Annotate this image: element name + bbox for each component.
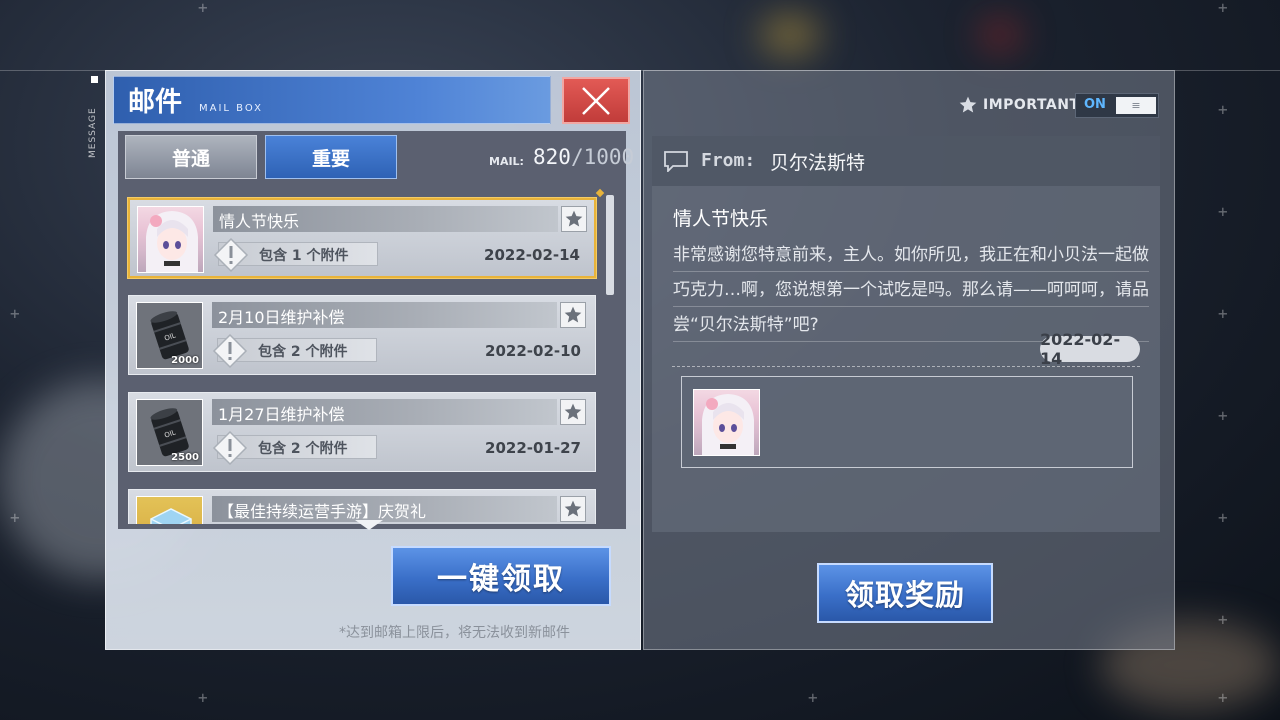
ice-cube-icon (150, 508, 192, 524)
page-subtitle: MAIL BOX (199, 103, 263, 114)
tab-normal[interactable]: 普通 (125, 135, 257, 179)
toggle-knob: ≡ (1116, 97, 1156, 114)
background-glow (980, 20, 1020, 50)
mail-title-bar: 1月27日维护补偿 (212, 399, 557, 425)
mail-count-current: 820 (533, 145, 571, 169)
background-cross: + (10, 304, 20, 323)
star-toggle[interactable] (560, 399, 586, 425)
background-glow (760, 15, 820, 55)
attachment-item[interactable] (693, 389, 760, 456)
side-label: MESSAGE (88, 107, 98, 158)
attachment-text: 包含 2 个附件 (258, 344, 348, 360)
mail-title-bar: 【最佳持续运营手游】庆贺礼 (212, 496, 557, 522)
attachment-badge: 包含 2 个附件 (212, 430, 377, 466)
mail-detail-date: 2022-02-14 (1040, 330, 1140, 368)
attachment-text: 包含 1 个附件 (259, 248, 349, 264)
warning-icon (212, 430, 248, 466)
oil-amount: 2500 (171, 452, 199, 463)
background-cross: + (1218, 202, 1228, 221)
star-icon (564, 403, 582, 420)
tab-important[interactable]: 重要 (265, 135, 397, 179)
mail-title: 2月10日维护补偿 (218, 308, 345, 327)
mail-item[interactable]: 【最佳持续运营手游】庆贺礼 (128, 489, 596, 524)
mail-detail-body: 非常感谢您特意前来，主人。如你所见，我正在和小贝法一起做巧克力…啊，您说想第一个… (673, 238, 1149, 343)
background-cross: + (1218, 610, 1228, 629)
mailbox-limit-note: *达到邮箱上限后，将无法收到新邮件 (339, 625, 570, 641)
mail-count-total: /1000 (570, 145, 635, 169)
oil-thumbnail: OIL 2000 (136, 302, 203, 369)
mail-count: 820/1000 (533, 145, 634, 169)
attachment-badge: 包含 2 个附件 (212, 333, 377, 369)
character-portrait-icon (702, 394, 754, 455)
mail-date: 2022-02-10 (485, 342, 581, 360)
scrollbar[interactable] (606, 195, 614, 295)
page-title: 邮件 (128, 87, 182, 118)
mail-list[interactable]: 情人节快乐 包含 1 个附件 2022-02-14 OIL 2000 2月10日… (118, 186, 626, 524)
close-button[interactable] (562, 77, 630, 124)
character-portrait-icon (146, 211, 198, 272)
background-cross: + (1218, 0, 1228, 17)
background-cross: + (198, 0, 208, 17)
claim-reward-button[interactable]: 领取奖励 (817, 563, 993, 623)
mail-title-bar: 情人节快乐 (213, 206, 558, 232)
oil-thumbnail: OIL 2500 (136, 399, 203, 466)
star-icon (565, 210, 583, 227)
mail-item[interactable]: OIL 2500 1月27日维护补偿 包含 2 个附件 2022-01-27 (128, 392, 596, 472)
important-toggle[interactable]: ON ≡ (1075, 93, 1159, 118)
mail-title-bar: 2月10日维护补偿 (212, 302, 557, 328)
star-toggle[interactable] (560, 496, 586, 522)
divider (672, 366, 1140, 367)
mail-title: 【最佳持续运营手游】庆贺礼 (218, 502, 427, 521)
background-cross: + (1218, 688, 1228, 707)
toggle-state: ON (1084, 97, 1106, 112)
oil-amount: 2000 (171, 355, 199, 366)
mail-detail-title: 情人节快乐 (673, 208, 769, 230)
background-cross: + (1218, 304, 1228, 323)
scroll-more-arrow-icon (355, 520, 383, 530)
mail-item[interactable]: 情人节快乐 包含 1 个附件 2022-02-14 (128, 198, 596, 278)
mail-title: 1月27日维护补偿 (218, 405, 345, 424)
speech-bubble-icon (664, 151, 688, 172)
claim-all-button[interactable]: 一键领取 (391, 546, 611, 606)
gift-thumbnail (136, 496, 203, 524)
background-cross: + (1218, 508, 1228, 527)
background-cross: + (808, 688, 818, 707)
attachment-text: 包含 2 个附件 (258, 441, 348, 457)
star-icon (959, 96, 977, 113)
star-icon (564, 500, 582, 517)
portrait-thumbnail (137, 206, 204, 273)
important-filter-label: IMPORTANT (983, 97, 1080, 113)
warning-icon (212, 333, 248, 369)
mail-title: 情人节快乐 (219, 212, 300, 231)
mail-date: 2022-02-14 (484, 246, 580, 264)
star-toggle[interactable] (561, 206, 587, 232)
star-toggle[interactable] (560, 302, 586, 328)
background-cross: + (1218, 406, 1228, 425)
mail-date: 2022-01-27 (485, 439, 581, 457)
background-cross: + (10, 508, 20, 527)
close-icon (582, 86, 610, 115)
sender-label: From: (701, 150, 756, 171)
background-cross: + (198, 688, 208, 707)
mailbox-header: 邮件 MAIL BOX (113, 76, 551, 124)
attachment-badge: 包含 1 个附件 (213, 237, 378, 273)
background-cross: + (1218, 100, 1228, 119)
warning-icon (213, 237, 249, 273)
mail-count-label: MAIL: (489, 155, 524, 168)
sender-name: 贝尔法斯特 (770, 152, 866, 174)
star-icon (564, 306, 582, 323)
mail-item[interactable]: OIL 2000 2月10日维护补偿 包含 2 个附件 2022-02-10 (128, 295, 596, 375)
